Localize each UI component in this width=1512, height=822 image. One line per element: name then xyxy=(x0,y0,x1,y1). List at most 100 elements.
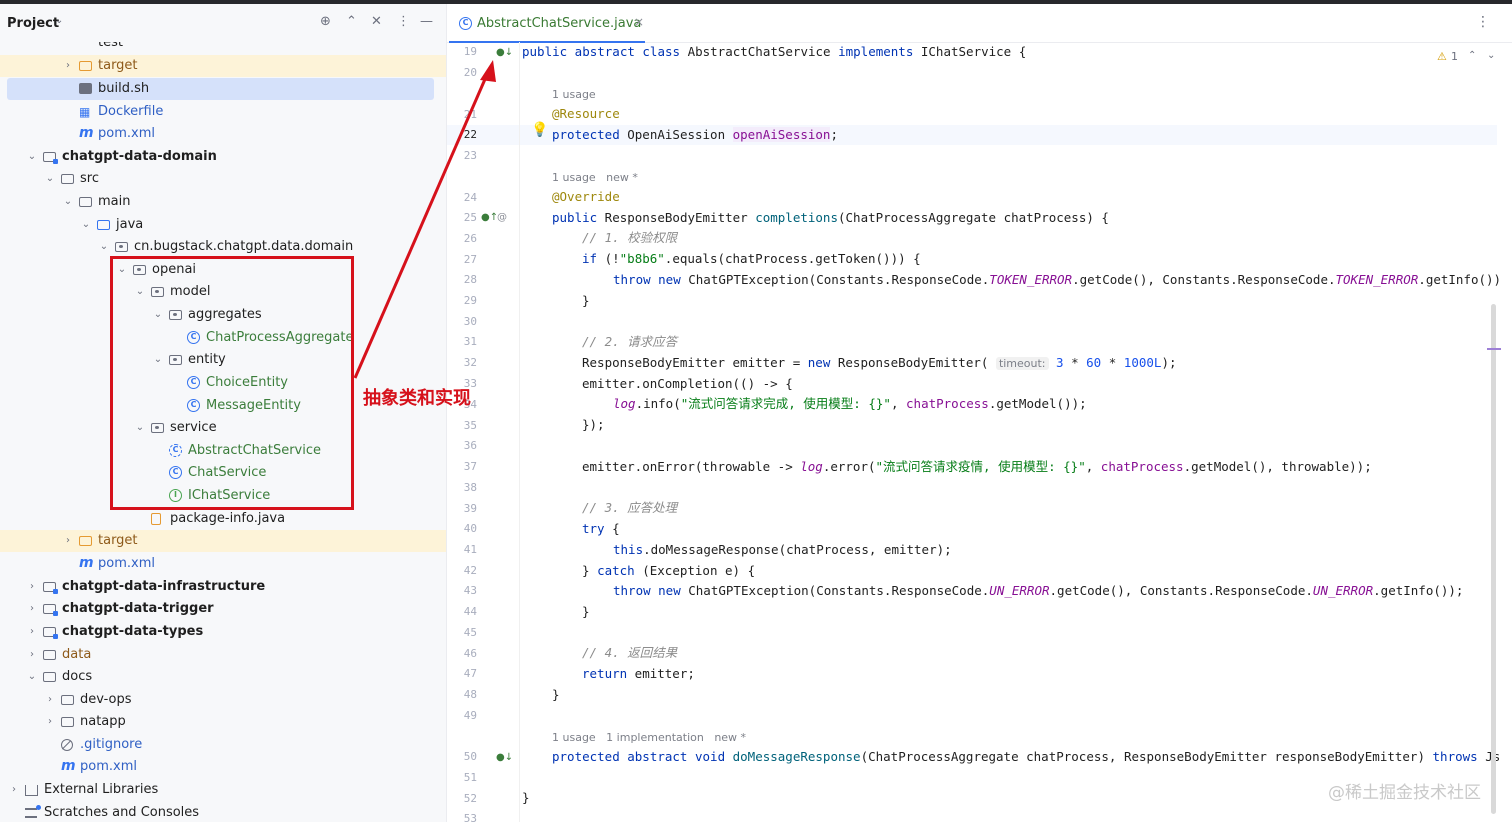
usage-hint[interactable]: 1 usage 1 implementation new * xyxy=(552,731,746,744)
tree-item[interactable]: › dev-ops xyxy=(0,689,446,711)
code-line-39[interactable]: // 3. 应答处理 xyxy=(582,498,677,518)
code-line-24[interactable]: @Override xyxy=(552,187,620,207)
tree-item[interactable]: Scratches and Consoles xyxy=(0,802,446,822)
override-marker-icon[interactable]: ●↑ xyxy=(481,212,498,224)
tree-item-label: .gitignore xyxy=(80,737,143,752)
code-line-27[interactable]: if (!"b8b6".equals(chatProcess.getToken(… xyxy=(582,249,921,269)
tree-item[interactable]: ⌄ chatgpt-data-domain xyxy=(0,146,446,168)
code-line-34[interactable]: log.info("流式问答请求完成, 使用模型: {}", chatProce… xyxy=(613,394,1087,414)
tree-item[interactable]: ⌄ cn.bugstack.chatgpt.data.domain xyxy=(0,236,446,258)
code-line-33[interactable]: emitter.onCompletion(() -> { xyxy=(582,374,793,394)
shell-script-icon xyxy=(79,82,93,96)
chevron-down-icon[interactable]: ⌄ xyxy=(44,168,56,190)
tree-item[interactable]: › External Libraries xyxy=(0,779,446,801)
chevron-down-icon[interactable]: ⌄ xyxy=(55,15,63,26)
tree-item[interactable]: ▦ Dockerfile xyxy=(0,101,446,123)
chevron-right-icon[interactable]: › xyxy=(26,621,38,643)
tree-item[interactable]: › target xyxy=(0,55,446,77)
vertical-scrollbar[interactable] xyxy=(1491,304,1496,814)
code-line-22[interactable]: protected OpenAiSession openAiSession; xyxy=(552,125,838,145)
line-number: 51 xyxy=(463,771,477,784)
tree-item[interactable]: › chatgpt-data-trigger xyxy=(0,598,446,620)
chevron-down-icon[interactable]: ⌄ xyxy=(62,191,74,213)
warning-count[interactable]: 1 xyxy=(1451,50,1458,63)
code-line-47[interactable]: return emitter; xyxy=(582,664,695,684)
tree-item[interactable]: › target xyxy=(0,530,446,552)
tree-item[interactable]: .gitignore xyxy=(0,734,446,756)
tree-item[interactable]: ⌄ src xyxy=(0,168,446,190)
chevron-right-icon[interactable]: › xyxy=(8,779,20,801)
tree-item-label: External Libraries xyxy=(44,782,159,797)
tree-item-label: cn.bugstack.chatgpt.data.domain xyxy=(134,239,354,254)
more-options-icon[interactable]: ⋮ xyxy=(397,14,410,30)
target-locate-icon[interactable]: ⊕ xyxy=(320,14,331,30)
tree-item-label: natapp xyxy=(80,714,126,729)
code-line-37[interactable]: emitter.onError(throwable -> log.error("… xyxy=(582,457,1372,477)
code-line-19[interactable]: public abstract class AbstractChatServic… xyxy=(522,42,1026,62)
chevron-down-icon[interactable]: ⌄ xyxy=(80,214,92,236)
chevron-right-icon[interactable]: › xyxy=(26,644,38,666)
chevron-right-icon[interactable]: › xyxy=(62,55,74,77)
code-line-25[interactable]: public ResponseBodyEmitter completions(C… xyxy=(552,208,1109,228)
code-line-29[interactable]: } xyxy=(582,291,590,311)
implements-marker-icon[interactable]: ●↓ xyxy=(496,47,513,59)
code-line-52[interactable]: } xyxy=(522,788,530,808)
tree-item[interactable]: › chatgpt-data-infrastructure xyxy=(0,576,446,598)
tree-item[interactable]: ⌄ main xyxy=(0,191,446,213)
next-highlight-icon[interactable]: ⌄ xyxy=(1487,50,1495,61)
code-line-41[interactable]: this.doMessageResponse(chatProcess, emit… xyxy=(613,540,952,560)
chevron-right-icon[interactable]: › xyxy=(44,711,56,733)
chevron-down-icon[interactable]: ⌄ xyxy=(98,236,110,258)
project-title[interactable]: Project xyxy=(7,16,59,31)
implemented-marker-icon[interactable]: ●↓ xyxy=(496,752,513,764)
chevron-down-icon[interactable]: ⌄ xyxy=(26,146,38,168)
usage-hint[interactable]: 1 usage xyxy=(552,88,596,101)
code-line-32[interactable]: ResponseBodyEmitter emitter = new Respon… xyxy=(582,353,1177,374)
lightbulb-icon[interactable]: 💡 xyxy=(531,123,548,137)
expand-all-icon[interactable]: ⌃ xyxy=(346,14,357,30)
line-number: 22 xyxy=(463,128,477,141)
chevron-right-icon[interactable]: › xyxy=(44,689,56,711)
tree-item[interactable]: m pom.xml xyxy=(0,553,446,575)
tree-item[interactable]: ⌄ java xyxy=(0,214,446,236)
usage-hint[interactable]: 1 usage new * xyxy=(552,171,638,184)
warning-icon[interactable]: ⚠ xyxy=(1437,50,1447,63)
at-marker-icon[interactable]: @ xyxy=(497,212,507,224)
code-line-21[interactable]: @Resource xyxy=(552,104,620,124)
code-line-46[interactable]: // 4. 返回结果 xyxy=(582,643,677,663)
code-line-42[interactable]: } catch (Exception e) { xyxy=(582,561,755,581)
chevron-right-icon[interactable]: › xyxy=(26,598,38,620)
previous-highlight-icon[interactable]: ⌃ xyxy=(1468,50,1476,61)
code-line-31[interactable]: // 2. 请求应答 xyxy=(582,332,677,352)
tree-item[interactable]: › natapp xyxy=(0,711,446,733)
line-number: 23 xyxy=(463,149,477,162)
package-icon xyxy=(115,240,129,254)
code-line-28[interactable]: throw new ChatGPTException(Constants.Res… xyxy=(613,270,1501,290)
more-options-icon[interactable]: ⋮ xyxy=(1476,14,1490,30)
tree-item[interactable]: build.sh xyxy=(7,78,434,100)
tree-item[interactable]: ⌄ docs xyxy=(0,666,446,688)
hide-panel-icon[interactable]: — xyxy=(420,14,433,30)
chevron-right-icon[interactable]: › xyxy=(62,530,74,552)
tab-abstract-chat-service[interactable]: C AbstractChatService.java × xyxy=(447,4,647,43)
tree-item[interactable]: m pom.xml xyxy=(0,123,446,145)
code-line-26[interactable]: // 1. 校验权限 xyxy=(582,228,677,248)
close-icon[interactable]: × xyxy=(634,15,644,29)
code-line-40[interactable]: try { xyxy=(582,519,620,539)
tree-item-label: pom.xml xyxy=(98,556,155,571)
code-line-35[interactable]: }); xyxy=(582,415,605,435)
chevron-down-icon[interactable]: ⌄ xyxy=(26,666,38,688)
code-line-43[interactable]: throw new ChatGPTException(Constants.Res… xyxy=(613,581,1463,601)
collapse-all-icon[interactable]: ✕ xyxy=(371,14,382,30)
code-line-44[interactable]: } xyxy=(582,602,590,622)
tab-label: AbstractChatService.java xyxy=(477,16,642,31)
code-line-48[interactable]: } xyxy=(552,685,560,705)
maven-icon: m xyxy=(79,555,94,571)
tree-item[interactable]: m pom.xml xyxy=(0,756,446,778)
chevron-right-icon[interactable]: › xyxy=(26,576,38,598)
tree-item[interactable]: › data xyxy=(0,644,446,666)
tree-item-label: pom.xml xyxy=(98,126,155,141)
tree-item[interactable]: › chatgpt-data-types xyxy=(0,621,446,643)
code-line-50[interactable]: protected abstract void doMessageRespons… xyxy=(552,747,1500,767)
tree-item[interactable]: package-info.java xyxy=(0,508,446,530)
